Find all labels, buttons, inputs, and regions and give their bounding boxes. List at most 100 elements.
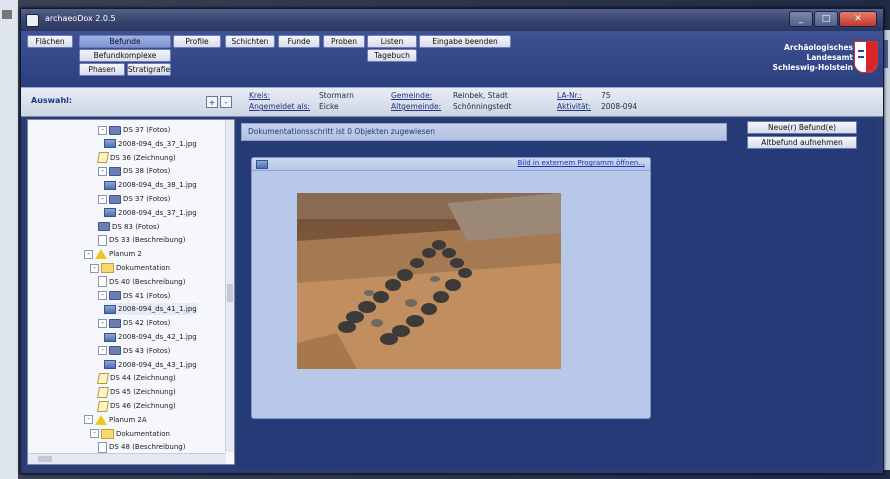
window-title: archaeoDox 2.0.5 [45, 14, 116, 23]
documentation-tree[interactable]: - DS 37 (Fotos) 2008-094_ds_37_1.jpg DS 36 … [27, 119, 235, 465]
menu-stratigrafie[interactable]: Stratigrafie [127, 63, 171, 76]
tree-node-label: DS 44 (Zeichnung) [110, 374, 176, 383]
collapse-toggle-icon[interactable]: - [98, 291, 107, 301]
folder-icon [101, 428, 114, 439]
tree-node-label: DS 37 (Fotos) [123, 126, 171, 134]
kreis-label[interactable]: Kreis: [249, 91, 270, 100]
tree-node[interactable]: - DS 37 (Fotos) [98, 124, 170, 136]
menu-befunde[interactable]: Befunde [79, 35, 171, 48]
menu-profile[interactable]: Profile [173, 35, 221, 48]
collapse-toggle-icon[interactable]: - [90, 263, 99, 273]
menu-funde[interactable]: Funde [278, 35, 320, 48]
main-menu: Flächen Befunde Profile Schichten Funde … [21, 31, 883, 87]
menu-flaechen[interactable]: Flächen [27, 35, 73, 48]
collapse-toggle-icon[interactable]: - [98, 194, 107, 204]
tree-node[interactable]: 2008-094_ds_42_1.jpg [104, 331, 197, 343]
photo-icon [109, 318, 121, 328]
angemeldet-label[interactable]: Angemeldet als: [249, 102, 310, 111]
menu-phasen[interactable]: Phasen [79, 63, 125, 76]
tree-node-label: Dokumentation [116, 429, 170, 438]
collapse-toggle-icon[interactable]: - [98, 125, 107, 135]
tree-node[interactable]: - DS 43 (Fotos) [98, 345, 170, 357]
menu-listen[interactable]: Listen [367, 35, 417, 48]
drawing-icon [97, 386, 109, 398]
menu-eingabe-beenden[interactable]: Eingabe beenden [419, 35, 511, 48]
tree-node[interactable]: 2008-094_ds_41_1.jpg [104, 303, 197, 316]
expand-button[interactable]: + [206, 96, 218, 108]
tree-node[interactable]: - Dokumentation [90, 428, 170, 440]
tree-node[interactable]: - Planum 2 [84, 248, 142, 260]
tree-node[interactable]: 2008-094_ds_43_1.jpg [104, 359, 197, 371]
tree-node[interactable]: 2008-094_ds_37_1.jpg [104, 138, 197, 150]
photo-icon [109, 125, 121, 135]
warning-icon [95, 249, 107, 260]
scroll-thumb[interactable] [227, 284, 233, 302]
menu-schichten[interactable]: Schichten [225, 35, 275, 48]
tree-node-label: DS 41 (Fotos) [123, 291, 171, 300]
tree-node-label: 2008-094_ds_38_1.jpg [118, 181, 197, 190]
tree-node-label: DS 48 (Beschreibung) [109, 443, 186, 452]
tree-node[interactable]: DS 40 (Beschreibung) [98, 276, 185, 288]
tree-node[interactable]: DS 33 (Beschreibung) [98, 234, 185, 246]
assignment-message: Dokumentationsschritt ist 0 Objekten zug… [241, 123, 727, 141]
menu-befundkomplexe[interactable]: Befundkomplexe [79, 49, 171, 62]
tree-node-label: DS 46 (Zeichnung) [110, 402, 176, 410]
collapse-toggle-icon[interactable]: - [90, 429, 99, 439]
photo-icon [109, 194, 121, 204]
menu-proben[interactable]: Proben [323, 35, 365, 48]
altbefund-button[interactable]: Altbefund aufnehmen [747, 136, 857, 149]
desktop-left-edge [0, 0, 18, 479]
image-icon [104, 304, 116, 314]
tree-node-label: 2008-094_ds_37_1.jpg [118, 208, 197, 217]
tree-vertical-scrollbar[interactable] [225, 120, 234, 452]
collapse-toggle-icon[interactable]: - [84, 415, 93, 425]
tree-node[interactable]: - DS 41 (Fotos) [98, 290, 170, 302]
la-nr-label[interactable]: LA-Nr.: [557, 91, 582, 100]
image-icon [104, 360, 116, 370]
selection-info-bar: Auswahl: + - Kreis: Stormarn Angemeldet … [21, 87, 883, 117]
gemeinde-label[interactable]: Gemeinde: [391, 91, 432, 100]
tree-node-label: 2008-094_ds_41_1.jpg [118, 305, 197, 314]
tree-node[interactable]: DS 36 (Zeichnung) [97, 152, 176, 164]
tree-node-label: DS 36 (Zeichnung) [110, 153, 176, 162]
tree-node[interactable]: - DS 37 (Fotos) [98, 193, 170, 205]
scroll-thumb[interactable] [38, 456, 52, 462]
tree-node[interactable]: DS 83 (Fotos) [98, 221, 159, 233]
tree-node[interactable]: DS 48 (Beschreibung) [98, 441, 185, 453]
tree-node[interactable]: - Planum 2A [84, 414, 147, 426]
image-icon [104, 139, 116, 149]
tree-node[interactable]: - Dokumentation [90, 262, 170, 274]
collapse-toggle-icon[interactable]: - [98, 346, 107, 356]
folder-icon [101, 263, 114, 273]
warning-icon [95, 414, 107, 425]
description-icon [98, 234, 107, 246]
collapse-button[interactable]: - [220, 96, 232, 108]
tree-node-label: DS 38 (Fotos) [123, 167, 171, 176]
tree-node-label: DS 45 (Zeichnung) [110, 388, 176, 397]
tree-node[interactable]: DS 44 (Zeichnung) [97, 372, 176, 384]
image-icon [104, 180, 116, 190]
window-controls: _ □ ✕ [789, 11, 877, 27]
tree-node[interactable]: - DS 38 (Fotos) [98, 165, 170, 177]
tree-node-label: 2008-094_ds_42_1.jpg [118, 333, 197, 341]
close-button[interactable]: ✕ [839, 11, 877, 27]
collapse-toggle-icon[interactable]: - [98, 318, 107, 328]
aktivitaet-label[interactable]: Aktivität: [557, 102, 591, 111]
new-befund-button[interactable]: Neue(r) Befund(e) [747, 121, 857, 134]
altgemeinde-label[interactable]: Altgemeinde: [391, 102, 441, 111]
collapse-toggle-icon[interactable]: - [84, 249, 93, 259]
menu-tagebuch[interactable]: Tagebuch [367, 49, 417, 62]
minimize-button[interactable]: _ [789, 11, 813, 27]
tree-horizontal-scrollbar[interactable] [28, 453, 226, 464]
photo-icon [109, 346, 121, 356]
tree-node[interactable]: 2008-094_ds_37_1.jpg [104, 207, 197, 219]
open-external-link[interactable]: Bild in externem Programm öffnen... [518, 159, 645, 167]
tree-node[interactable]: DS 46 (Zeichnung) [97, 400, 176, 412]
maximize-button[interactable]: □ [814, 11, 838, 27]
tree-node-label: Dokumentation [116, 264, 170, 272]
collapse-toggle-icon[interactable]: - [98, 166, 107, 176]
tree-node[interactable]: DS 45 (Zeichnung) [97, 386, 176, 398]
tree-node[interactable]: - DS 42 (Fotos) [98, 317, 170, 329]
tree-node[interactable]: 2008-094_ds_38_1.jpg [104, 179, 197, 191]
image-panel-header: Bild in externem Programm öffnen... [252, 158, 650, 171]
